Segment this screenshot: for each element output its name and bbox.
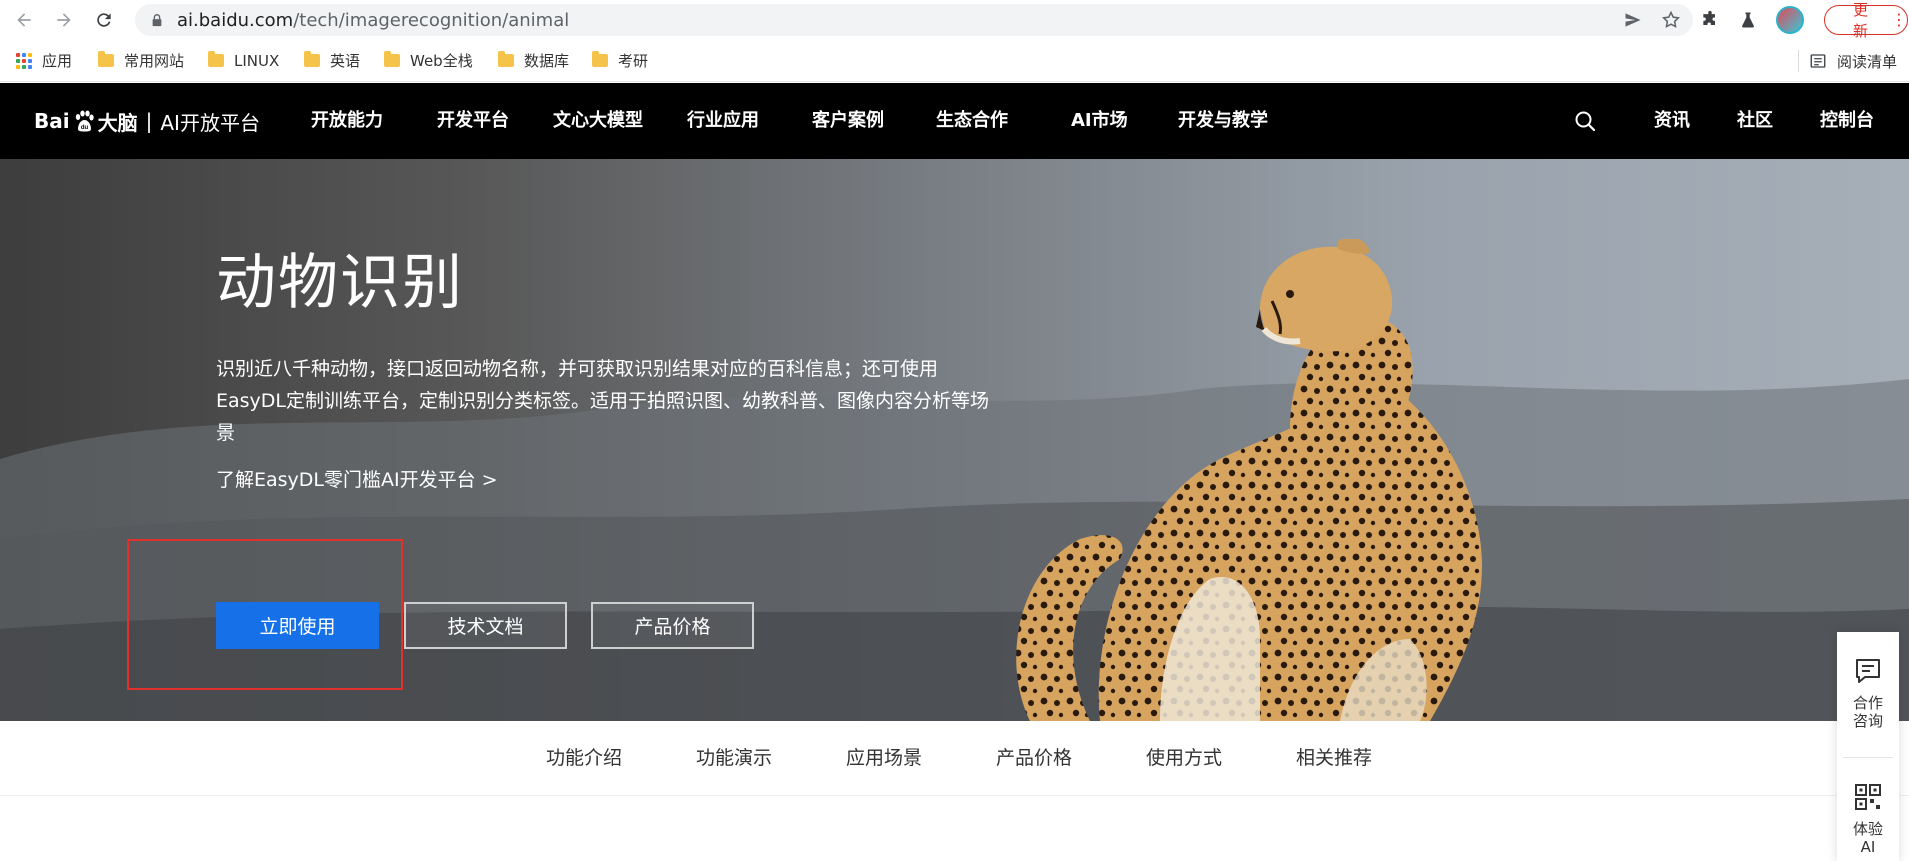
- site-header: Bai du 大脑 | AI开放平台 开放能力 开发平台 文心大模型 行业应用 …: [0, 83, 1909, 159]
- nav-item[interactable]: 开发与教学: [1178, 83, 1268, 159]
- address-bar[interactable]: ai.baidu.com/tech/imagerecognition/anima…: [135, 4, 1693, 36]
- tab-pricing[interactable]: 产品价格: [996, 721, 1072, 796]
- nav-item[interactable]: 客户案例: [812, 83, 884, 159]
- reading-list-icon: [1810, 54, 1826, 68]
- paw-logo-icon: du: [75, 110, 94, 132]
- reload-icon: [97, 13, 111, 27]
- nav-console-link[interactable]: 控制台: [1820, 83, 1874, 159]
- folder-icon: [98, 51, 114, 67]
- logo-brand-left: Bai: [34, 109, 70, 133]
- bookmark-folder[interactable]: LINUX: [208, 40, 279, 82]
- bookmarks-bar: 应用 常用网站 LINUX 英语 Web全栈 数据库 考研 阅读清单: [0, 40, 1909, 82]
- profile-avatar[interactable]: [1776, 6, 1804, 34]
- url-host: ai.baidu.com: [177, 9, 294, 31]
- back-arrow-icon: [17, 13, 31, 27]
- bookmarks-divider: [1798, 50, 1799, 72]
- folder-icon: [498, 51, 514, 67]
- url-path: /tech/imagerecognition/animal: [293, 9, 570, 31]
- nav-community-link[interactable]: 社区: [1737, 83, 1773, 159]
- chat-message-icon: [1856, 659, 1880, 683]
- hero-description: 识别近八千种动物，接口返回动物名称，并可获取识别结果对应的百科信息；还可使用Ea…: [216, 358, 990, 444]
- product-price-button[interactable]: 产品价格: [591, 602, 754, 649]
- tab-usage[interactable]: 使用方式: [1146, 721, 1222, 796]
- floating-side-panel: 合作咨询 体验AI: [1837, 632, 1899, 861]
- qr-code-icon: [1855, 784, 1881, 810]
- use-now-button[interactable]: 立即使用: [216, 602, 379, 649]
- bookmark-folder[interactable]: 常用网站: [98, 40, 184, 82]
- forward-arrow-icon: [57, 13, 71, 27]
- reading-list-button[interactable]: 阅读清单: [1809, 40, 1897, 82]
- tab-scenarios[interactable]: 应用场景: [846, 721, 922, 796]
- bookmark-folder[interactable]: Web全栈: [384, 40, 473, 82]
- reading-list-label: 阅读清单: [1836, 52, 1897, 71]
- more-dots-icon: ⋮: [1891, 10, 1907, 29]
- browser-toolbar: ai.baidu.com/tech/imagerecognition/anima…: [0, 0, 1909, 40]
- reload-button[interactable]: [84, 0, 124, 40]
- bookmark-label: 数据库: [524, 52, 570, 70]
- search-icon[interactable]: [1573, 109, 1597, 133]
- send-icon[interactable]: [1623, 10, 1643, 30]
- bookmark-apps[interactable]: 应用: [16, 40, 72, 82]
- try-ai-button[interactable]: 体验AI: [1837, 782, 1899, 856]
- bookmark-folder[interactable]: 英语: [304, 40, 360, 82]
- nav-item[interactable]: 开发平台: [437, 83, 509, 159]
- logo-separator: |: [145, 109, 153, 133]
- folder-icon: [208, 51, 224, 67]
- folder-icon: [304, 51, 320, 67]
- logo-platform: AI开放平台: [160, 110, 260, 135]
- update-label: 更新: [1853, 1, 1869, 40]
- bookmark-folder[interactable]: 考研: [592, 40, 648, 82]
- section-tabs: 功能介绍 功能演示 应用场景 产品价格 使用方式 相关推荐: [0, 721, 1909, 796]
- apps-grid-icon: [16, 52, 32, 69]
- tab-recommendations[interactable]: 相关推荐: [1296, 721, 1372, 796]
- tab-features[interactable]: 功能介绍: [546, 721, 622, 796]
- baidu-ai-logo[interactable]: Bai du 大脑 | AI开放平台: [34, 101, 260, 141]
- bookmark-label: 英语: [330, 52, 361, 70]
- consult-label: 合作咨询: [1852, 694, 1883, 730]
- folder-icon: [592, 51, 608, 67]
- flask-labs-icon[interactable]: [1738, 10, 1758, 30]
- forward-button[interactable]: [44, 0, 84, 40]
- back-button[interactable]: [4, 0, 44, 40]
- update-button[interactable]: 更新 ⋮: [1824, 1, 1908, 40]
- bookmark-apps-label: 应用: [42, 52, 73, 70]
- cheetah-image: [1016, 239, 1482, 721]
- page-title: 动物识别: [216, 248, 464, 318]
- nav-item[interactable]: 生态合作: [936, 83, 1008, 159]
- nav-item[interactable]: 文心大模型: [553, 83, 643, 159]
- page: ai.baidu.com/tech/imagerecognition/anima…: [0, 0, 1909, 861]
- nav-news-link[interactable]: 资讯: [1654, 83, 1690, 159]
- hero-banner: 动物识别 识别近八千种动物，接口返回动物名称，并可获取识别结果对应的百科信息；还…: [0, 159, 1909, 721]
- folder-icon: [384, 51, 400, 67]
- bookmark-label: LINUX: [234, 51, 280, 70]
- tab-demo[interactable]: 功能演示: [696, 721, 772, 796]
- logo-brand-right: 大脑: [97, 110, 138, 135]
- nav-item[interactable]: 行业应用: [687, 83, 759, 159]
- bookmark-label: Web全栈: [410, 52, 473, 70]
- puzzle-extension-icon[interactable]: [1700, 10, 1720, 30]
- bookmark-folder[interactable]: 数据库: [498, 40, 569, 82]
- easydl-link[interactable]: 了解EasyDL零门槛AI开发平台 >: [216, 465, 498, 492]
- svg-text:du: du: [80, 125, 88, 131]
- nav-item[interactable]: 开放能力: [311, 83, 383, 159]
- try-ai-label: 体验AI: [1852, 820, 1883, 856]
- star-icon[interactable]: [1661, 10, 1681, 30]
- bookmark-label: 常用网站: [124, 52, 185, 70]
- lock-icon[interactable]: [149, 12, 165, 28]
- bookmark-label: 考研: [618, 52, 649, 70]
- url-text[interactable]: ai.baidu.com/tech/imagerecognition/anima…: [177, 10, 569, 31]
- side-panel-divider: [1843, 757, 1893, 758]
- nav-item[interactable]: AI市场: [1071, 83, 1128, 159]
- tech-docs-button[interactable]: 技术文档: [404, 602, 567, 649]
- consult-button[interactable]: 合作咨询: [1837, 656, 1899, 730]
